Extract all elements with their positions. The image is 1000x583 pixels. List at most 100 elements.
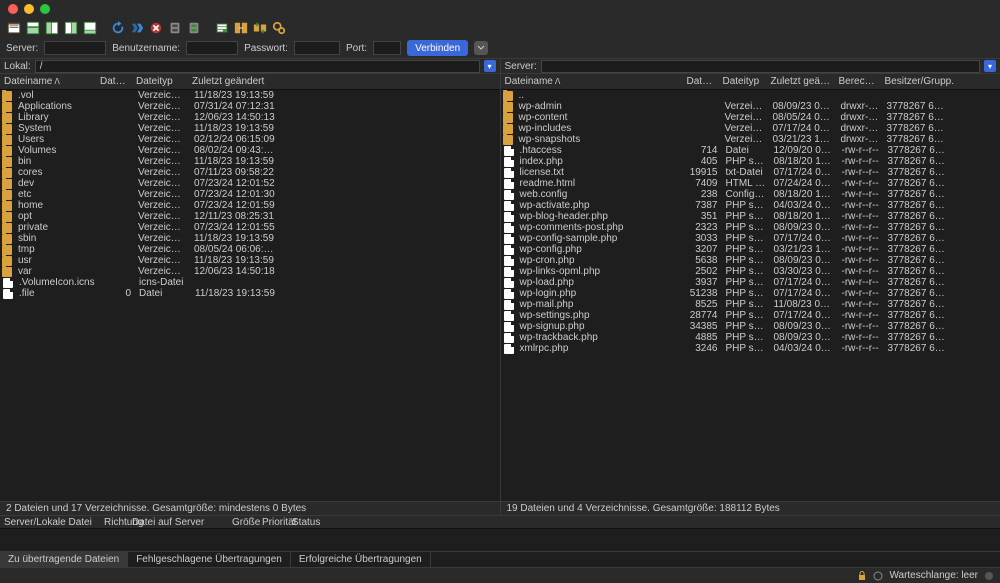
file-icon <box>3 289 13 299</box>
list-item[interactable]: optVerzeichnis12/11/23 08:25:31 <box>0 211 500 222</box>
list-item[interactable]: wp-blog-header.php351PHP sour…08/18/20 1… <box>501 211 1000 222</box>
list-item[interactable]: index.php405PHP sour…08/18/20 15:…-rw-r-… <box>501 156 1000 167</box>
col-name[interactable]: Dateinameᐱ <box>501 76 683 87</box>
qcol-remote-file[interactable]: Datei auf Server <box>128 517 228 528</box>
local-file-list[interactable]: .volVerzeichnis11/18/23 19:13:59Applicat… <box>0 90 500 501</box>
list-item[interactable]: binVerzeichnis11/18/23 19:13:59 <box>0 156 500 167</box>
refresh-icon[interactable] <box>110 20 126 36</box>
list-item[interactable]: coresVerzeichnis07/11/23 09:58:22 <box>0 167 500 178</box>
cell-m: 04/03/24 05:… <box>770 200 838 211</box>
list-item[interactable]: web.config238Configurati…08/18/20 15:…-r… <box>501 189 1000 200</box>
connect-button[interactable]: Verbinden <box>407 40 468 56</box>
local-path-input[interactable]: / <box>35 60 480 73</box>
list-item[interactable]: .. <box>501 90 1000 101</box>
col-mod[interactable]: Zuletzt geändert <box>188 76 500 87</box>
list-item[interactable]: usrVerzeichnis11/18/23 19:13:59 <box>0 255 500 266</box>
list-item[interactable]: VolumesVerzeichnis08/02/24 09:43:… <box>0 145 500 156</box>
maximize-window-button[interactable] <box>40 4 50 14</box>
process-queue-icon[interactable] <box>129 20 145 36</box>
search-icon[interactable] <box>271 20 287 36</box>
pass-input[interactable] <box>294 41 340 55</box>
file-icon <box>504 344 514 354</box>
col-own[interactable]: Besitzer/Grupp. <box>881 76 1000 87</box>
qcol-priority[interactable]: Priorität <box>258 517 288 528</box>
server-input[interactable] <box>44 41 106 55</box>
list-item[interactable]: xmlrpc.php3246PHP sour…04/03/24 05:…-rw-… <box>501 343 1000 354</box>
toggle-remote-tree-icon[interactable] <box>63 20 79 36</box>
col-type[interactable]: Dateityp <box>719 76 767 87</box>
tab-failed[interactable]: Fehlgeschlagene Übertragungen <box>128 552 291 567</box>
reconnect-icon[interactable] <box>186 20 202 36</box>
list-item[interactable]: wp-includesVerzeichnis07/17/24 05:…drwxr… <box>501 123 1000 134</box>
open-site-manager-icon[interactable] <box>6 20 22 36</box>
list-item[interactable]: tmpVerzeichnis08/05/24 06:06:… <box>0 244 500 255</box>
col-mod[interactable]: Zuletzt geändert <box>767 76 835 87</box>
compare-icon[interactable] <box>233 20 249 36</box>
list-item[interactable]: wp-links-opml.php2502PHP sour…03/30/23 0… <box>501 266 1000 277</box>
queue-list[interactable] <box>0 529 1000 551</box>
list-item[interactable]: etcVerzeichnis07/23/24 12:01:30 <box>0 189 500 200</box>
local-path-dropdown[interactable]: ▾ <box>484 60 496 72</box>
list-item[interactable]: sbinVerzeichnis11/18/23 19:13:59 <box>0 233 500 244</box>
list-item[interactable]: .VolumeIcon.icnsicns-Datei <box>0 277 500 288</box>
sync-browse-icon[interactable] <box>252 20 268 36</box>
server-path-input[interactable] <box>541 60 980 73</box>
qcol-status[interactable]: Status <box>288 517 1000 528</box>
connect-history-dropdown[interactable] <box>474 41 488 55</box>
cell-m: 08/09/23 05:… <box>770 222 838 233</box>
list-item[interactable]: ApplicationsVerzeichnis07/31/24 07:12:31 <box>0 101 500 112</box>
col-name[interactable]: Dateinameᐱ <box>0 76 96 87</box>
list-item[interactable]: SystemVerzeichnis11/18/23 19:13:59 <box>0 123 500 134</box>
qcol-direction[interactable]: Richtung <box>100 517 128 528</box>
list-item[interactable]: wp-signup.php34385PHP sour…08/09/23 05:…… <box>501 321 1000 332</box>
list-item[interactable]: UsersVerzeichnis02/12/24 06:15:09 <box>0 134 500 145</box>
list-item[interactable]: LibraryVerzeichnis12/06/23 14:50:13 <box>0 112 500 123</box>
tab-success[interactable]: Erfolgreiche Übertragungen <box>291 552 431 567</box>
list-item[interactable]: homeVerzeichnis07/23/24 12:01:59 <box>0 200 500 211</box>
cell-t: PHP sour… <box>722 255 770 266</box>
list-item[interactable]: devVerzeichnis07/23/24 12:01:52 <box>0 178 500 189</box>
user-input[interactable] <box>186 41 238 55</box>
list-item[interactable]: wp-login.php51238PHP sour…07/17/24 05:…-… <box>501 288 1000 299</box>
tab-pending[interactable]: Zu übertragende Dateien <box>0 552 128 567</box>
list-item[interactable]: .htaccess714Datei12/09/20 04:…-rw-r--r--… <box>501 145 1000 156</box>
col-type[interactable]: Dateityp <box>132 76 188 87</box>
list-item[interactable]: wp-load.php3937PHP sour…07/17/24 05:…-rw… <box>501 277 1000 288</box>
list-item[interactable]: wp-mail.php8525PHP sour…11/08/23 04:…-rw… <box>501 299 1000 310</box>
filter-icon[interactable] <box>214 20 230 36</box>
list-item[interactable]: privateVerzeichnis07/23/24 12:01:55 <box>0 222 500 233</box>
minimize-window-button[interactable] <box>24 4 34 14</box>
list-item[interactable]: .volVerzeichnis11/18/23 19:13:59 <box>0 90 500 101</box>
list-item[interactable]: .file0Datei11/18/23 19:13:59 <box>0 288 500 299</box>
cancel-icon[interactable] <box>148 20 164 36</box>
col-size[interactable]: Dateigröße <box>96 76 132 87</box>
list-item[interactable]: wp-comments-post.php2323PHP sour…08/09/2… <box>501 222 1000 233</box>
list-item[interactable]: wp-activate.php7387PHP sour…04/03/24 05:… <box>501 200 1000 211</box>
cell-o: 3778267 6… <box>883 101 1000 112</box>
remote-file-list[interactable]: ..wp-adminVerzeichnis08/09/23 05:…drwxr-… <box>501 90 1000 501</box>
col-size[interactable]: Dateigröße <box>683 76 719 87</box>
qcol-size[interactable]: Größe <box>228 517 258 528</box>
cell-m: 12/09/20 04:… <box>770 145 838 156</box>
list-item[interactable]: wp-snapshotsVerzeichnis03/21/23 10:…drwx… <box>501 134 1000 145</box>
cell-m: 07/23/24 12:01:55 <box>190 222 500 233</box>
list-item[interactable]: varVerzeichnis12/06/23 14:50:18 <box>0 266 500 277</box>
toggle-queue-icon[interactable] <box>82 20 98 36</box>
list-item[interactable]: wp-cron.php5638PHP sour…08/09/23 05:…-rw… <box>501 255 1000 266</box>
list-item[interactable]: readme.html7409HTML Do…07/24/24 05:…-rw-… <box>501 178 1000 189</box>
disconnect-icon[interactable] <box>167 20 183 36</box>
list-item[interactable]: wp-adminVerzeichnis08/09/23 05:…drwxr-xr… <box>501 101 1000 112</box>
toggle-local-tree-icon[interactable] <box>44 20 60 36</box>
close-window-button[interactable] <box>8 4 18 14</box>
server-path-dropdown[interactable]: ▾ <box>984 60 996 72</box>
col-perm[interactable]: Berechtigunge <box>835 76 881 87</box>
list-item[interactable]: wp-config.php3207PHP sour…03/21/23 10:1…… <box>501 244 1000 255</box>
toggle-message-log-icon[interactable] <box>25 20 41 36</box>
list-item[interactable]: wp-contentVerzeichnis08/05/24 05:…drwxr-… <box>501 112 1000 123</box>
list-item[interactable]: license.txt19915txt-Datei07/17/24 05:…-r… <box>501 167 1000 178</box>
port-input[interactable] <box>373 41 401 55</box>
list-item[interactable]: wp-config-sample.php3033PHP sour…07/17/2… <box>501 233 1000 244</box>
list-item[interactable]: wp-settings.php28774PHP sour…07/17/24 05… <box>501 310 1000 321</box>
qcol-server-local[interactable]: Server/Lokale Datei <box>0 517 100 528</box>
list-item[interactable]: wp-trackback.php4885PHP sour…08/09/23 05… <box>501 332 1000 343</box>
